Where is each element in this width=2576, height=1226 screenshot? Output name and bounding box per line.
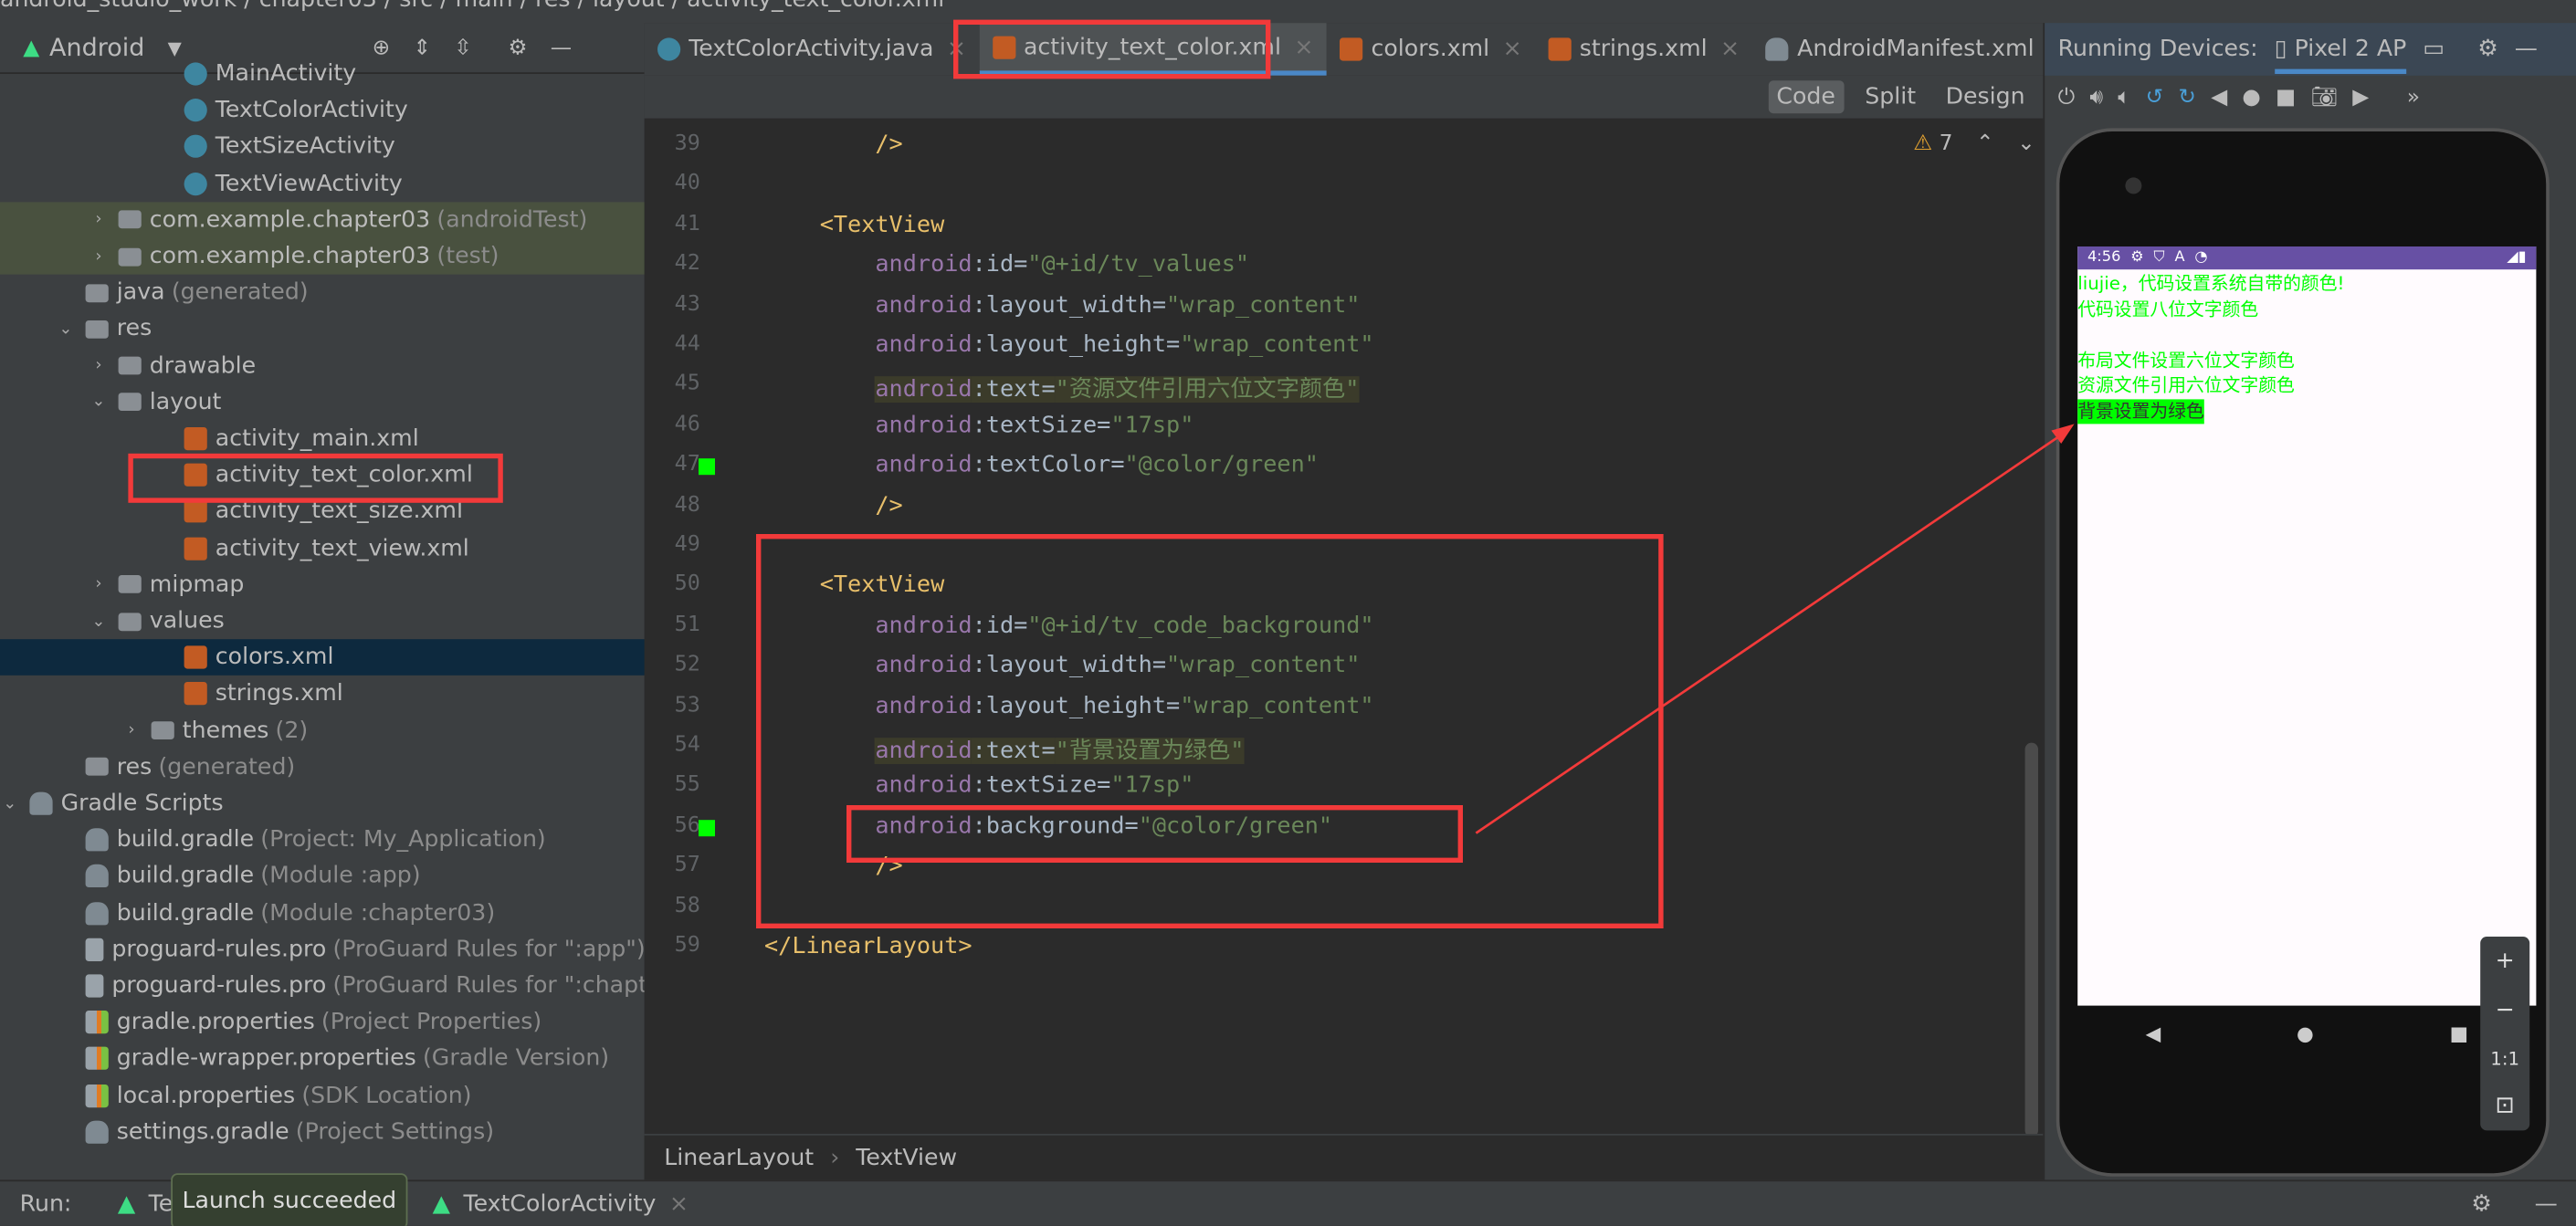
run-label: Run:	[19, 1190, 72, 1217]
launch-toast: Launch succeeded	[171, 1173, 408, 1226]
close-icon[interactable]: ×	[669, 1190, 689, 1217]
gear-icon[interactable]: ⚙	[2471, 1190, 2492, 1217]
run-tab-partial[interactable]: Te	[149, 1190, 173, 1217]
hide-icon[interactable]: —	[2535, 1190, 2558, 1217]
run-tab[interactable]: TextColorActivity	[463, 1190, 656, 1217]
android-studio-window: android_studio_work / chapter03 / src / …	[0, 0, 2576, 1226]
android-icon: ▲	[117, 1190, 136, 1217]
android-icon: ▲	[432, 1190, 451, 1217]
annotation-arrow	[1475, 424, 2075, 834]
